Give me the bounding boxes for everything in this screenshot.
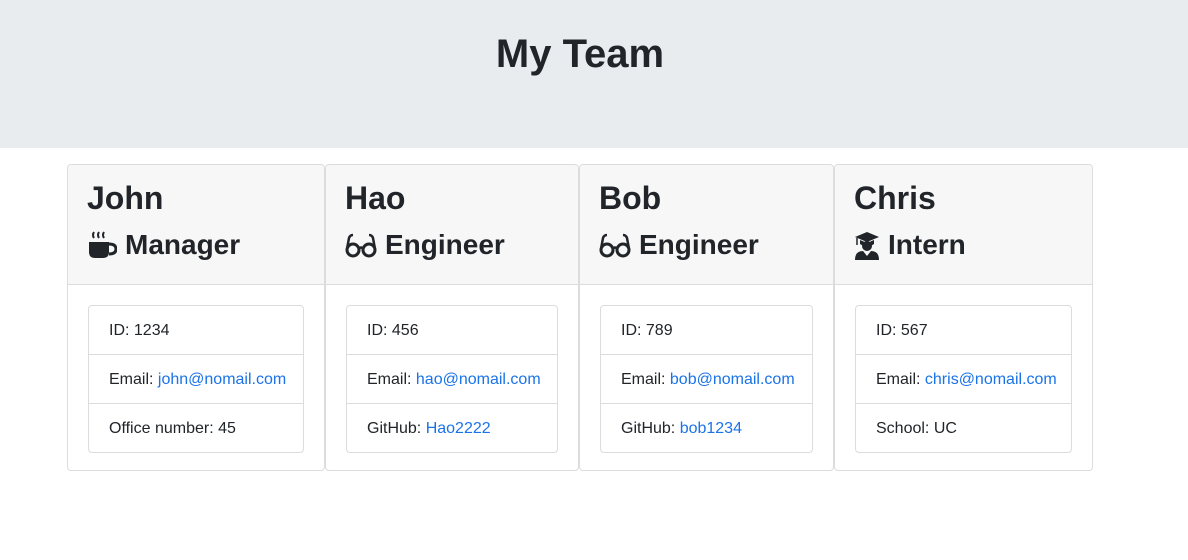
info-email: Email: bob@nomail.com [601, 355, 812, 404]
employee-name: Chris [854, 180, 936, 216]
employee-role: Intern [854, 228, 966, 262]
info-email: Email: john@nomail.com [89, 355, 303, 404]
email-link[interactable]: hao@nomail.com [416, 371, 541, 388]
id-value: 567 [900, 322, 928, 339]
employee-name: John [87, 180, 164, 216]
info-office-number: Office number: 45 [89, 404, 303, 452]
employee-card-hao: Hao Engineer ID: 456 Email: hao@nomail.c… [325, 164, 579, 471]
employee-card-chris: Chris Intern ID: 567 Email: chris@nomail… [834, 164, 1093, 471]
info-email: Email: hao@nomail.com [347, 355, 557, 404]
employee-role-label: Engineer [639, 229, 759, 260]
employee-role-label: Intern [888, 229, 966, 260]
id-value: 456 [391, 322, 419, 339]
info-list: ID: 567 Email: chris@nomail.com School: … [855, 305, 1072, 453]
info-list: ID: 789 Email: bob@nomail.com GitHub: bo… [600, 305, 813, 453]
id-value: 1234 [133, 322, 170, 339]
employee-name: Bob [599, 180, 662, 216]
employee-card-bob: Bob Engineer ID: 789 Email: bob@nomail.c… [579, 164, 834, 471]
info-id: ID: 789 [601, 306, 812, 355]
header-jumbotron: My Team [0, 0, 1188, 148]
card-header: Hao Engineer [326, 165, 578, 285]
info-list: ID: 456 Email: hao@nomail.com GitHub: Ha… [346, 305, 558, 453]
card-header: Bob Engineer [580, 165, 833, 285]
info-id: ID: 456 [347, 306, 557, 355]
email-link[interactable]: john@nomail.com [158, 371, 286, 388]
id-label: ID: [109, 322, 134, 339]
email-label: Email: [109, 371, 158, 388]
email-label: Email: [367, 371, 416, 388]
id-value: 789 [645, 322, 673, 339]
office-number-value: 45 [218, 420, 236, 437]
glasses-icon [345, 230, 377, 260]
info-email: Email: chris@nomail.com [856, 355, 1071, 404]
id-label: ID: [367, 322, 392, 339]
card-header: John Manager [68, 165, 324, 285]
employee-role: Engineer [599, 228, 759, 262]
employee-card-john: John Manager ID: 1234 Email: john@nomail… [67, 164, 325, 471]
id-label: ID: [876, 322, 901, 339]
github-label: GitHub: [367, 420, 426, 437]
github-label: GitHub: [621, 420, 680, 437]
github-link[interactable]: Hao2222 [426, 420, 491, 437]
employee-name: Hao [345, 180, 406, 216]
employee-role: Manager [87, 228, 240, 262]
info-list: ID: 1234 Email: john@nomail.com Office n… [88, 305, 304, 453]
page-title: My Team [495, 32, 665, 76]
graduate-icon [854, 230, 880, 260]
info-id: ID: 1234 [89, 306, 303, 355]
employee-role-label: Engineer [385, 229, 505, 260]
info-school: School: UC [856, 404, 1071, 452]
email-link[interactable]: chris@nomail.com [925, 371, 1057, 388]
office-number-label: Office number: [109, 420, 219, 437]
info-id: ID: 567 [856, 306, 1071, 355]
employee-role-label: Manager [125, 229, 241, 260]
id-label: ID: [621, 322, 646, 339]
card-header: Chris Intern [835, 165, 1092, 285]
info-github: GitHub: Hao2222 [347, 404, 557, 452]
school-value: UC [933, 420, 957, 437]
school-label: School: [876, 420, 934, 437]
coffee-icon [87, 230, 117, 260]
employee-role: Engineer [345, 228, 505, 262]
info-github: GitHub: bob1234 [601, 404, 812, 452]
email-label: Email: [621, 371, 670, 388]
glasses-icon [599, 230, 631, 260]
email-link[interactable]: bob@nomail.com [670, 371, 795, 388]
email-label: Email: [876, 371, 925, 388]
github-link[interactable]: bob1234 [680, 420, 742, 437]
